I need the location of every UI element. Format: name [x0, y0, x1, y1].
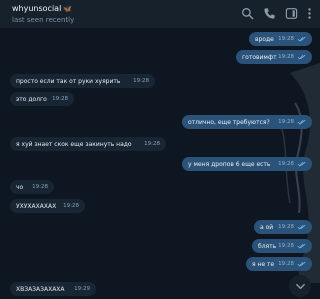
message-text: отлично, еще требуются?: [188, 118, 270, 126]
message-time: 19:29: [74, 286, 90, 292]
last-seen-status: last seen recently: [12, 16, 75, 24]
message-text: я не те: [252, 260, 275, 268]
message-text: УХУХАХАХАХ: [16, 202, 57, 210]
outgoing-message[interactable]: а ой 19:28: [254, 220, 312, 234]
message-time: 19:28: [278, 119, 294, 125]
message-time: 19:28: [52, 96, 68, 102]
message-time: 19:28: [278, 243, 294, 249]
incoming-message[interactable]: просто если так от руки хуярить 19:28: [10, 74, 155, 88]
message-text: я хуй знает скок еще закинуть надо: [16, 140, 132, 148]
message-text: ХВЗАЗАЗАХАХА: [16, 285, 65, 293]
incoming-message[interactable]: это долго 19:28: [10, 92, 74, 106]
message-time: 19:28: [32, 184, 48, 190]
message-text: это долго: [16, 95, 47, 103]
outgoing-message[interactable]: я не те 19:28: [246, 257, 312, 271]
message-text: просто если так от руки хуярить: [16, 77, 121, 85]
message-time: 19:28: [278, 161, 294, 167]
phone-icon[interactable]: [263, 7, 276, 20]
chat-header: whyunsocial 🦋 last seen recently: [0, 0, 320, 28]
message-time: 19:28: [63, 203, 79, 209]
incoming-message[interactable]: чо 19:28: [10, 180, 54, 194]
message-text: у меня дропов 6 еще есть: [188, 160, 271, 168]
message-time: 19:28: [278, 36, 294, 42]
read-check-icon: [297, 119, 306, 125]
read-check-icon: [297, 261, 306, 267]
sidebar-toggle-icon[interactable]: [285, 7, 298, 20]
message-time: 19:28: [144, 141, 160, 147]
more-icon[interactable]: [303, 7, 316, 20]
scroll-to-bottom-button[interactable]: [289, 275, 311, 297]
chevron-down-icon: [295, 283, 305, 289]
message-text: вроде: [255, 35, 274, 43]
message-time: 19:28: [278, 261, 294, 267]
read-check-icon: [297, 161, 306, 167]
incoming-message[interactable]: ХВЗАЗАЗАХАХА 19:29: [10, 282, 96, 296]
incoming-message[interactable]: я хуй знает скок еще закинуть надо 19:28: [10, 137, 166, 151]
incoming-message[interactable]: УХУХАХАХАХ 19:28: [10, 199, 85, 213]
contact-name: whyunsocial: [12, 4, 62, 13]
outgoing-message[interactable]: вроде 19:28: [249, 32, 312, 46]
read-check-icon: [297, 36, 306, 42]
message-text: а ой: [260, 223, 274, 231]
outgoing-message[interactable]: готовимфт 19:28: [236, 50, 312, 64]
chat-title[interactable]: whyunsocial 🦋: [12, 4, 72, 13]
message-time: 19:28: [278, 54, 294, 60]
outgoing-message[interactable]: у меня дропов 6 еще есть 19:28: [182, 157, 312, 171]
message-time: 19:28: [278, 224, 294, 230]
read-check-icon: [297, 54, 306, 60]
search-icon[interactable]: [241, 7, 254, 20]
butterfly-emoji: 🦋: [63, 5, 73, 13]
read-check-icon: [297, 243, 306, 249]
read-check-icon: [297, 224, 306, 230]
message-time: 19:28: [133, 78, 149, 84]
message-text: готовимфт: [242, 53, 277, 61]
message-text: блять: [258, 242, 277, 250]
message-text: чо: [16, 183, 24, 191]
outgoing-message[interactable]: блять 19:28: [252, 239, 312, 253]
outgoing-message[interactable]: отлично, еще требуются? 19:28: [182, 115, 312, 129]
